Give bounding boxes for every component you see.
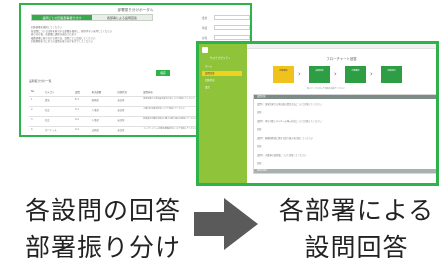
save-answer-bar[interactable]: 回答を保存 <box>254 169 436 173</box>
column-header: 設問 <box>72 89 90 97</box>
form-line: 設問3：廃棄物削減に関する取り組みを回答してください <box>257 137 313 140</box>
table-cell: 未回答 <box>115 116 142 127</box>
step-start[interactable]: 回答開始 <box>273 66 294 83</box>
tab-department-answer[interactable]: 各部署による設問回答 <box>92 15 152 20</box>
table-cell: E-1 <box>72 96 90 107</box>
caption-line: 部署振り分け <box>24 233 181 258</box>
table-cell: 未回答 <box>115 106 142 117</box>
assignment-instructions: 回答部署を選択してください 各設問について回答を担当する部署を選択し、保存ボタン… <box>31 26 161 44</box>
table-cell: 2 <box>29 106 43 117</box>
step-submit[interactable]: 回答提出 <box>381 66 402 83</box>
answer-field[interactable]: 回答： <box>257 110 264 114</box>
column-header: 回答状況 <box>115 89 142 97</box>
table-cell: 社会 <box>42 106 73 117</box>
column-header: カテゴリ <box>42 89 73 97</box>
department-select[interactable]: 人事部 <box>89 116 116 127</box>
chevron-right-icon: › <box>298 70 301 78</box>
assignment-list-label: 設問振り分け一覧 <box>29 79 52 83</box>
answer-form: 設問回答 設問1：温室効果ガス排出量の算定方法について回答してください 回答： … <box>253 94 436 174</box>
chevron-right-icon: › <box>334 70 337 78</box>
assignment-page-title: 部署振り分けポータル <box>117 8 154 12</box>
sidebar-item-answer[interactable]: 設問回答 <box>202 71 242 76</box>
table-cell: S-1 <box>72 106 90 117</box>
caption-line: 設問回答 <box>304 233 409 258</box>
caption-line: 各設問の回答 <box>24 196 181 225</box>
company-field-label: 会社 <box>202 17 208 20</box>
caption-line: 各部署による <box>278 196 435 225</box>
company-field[interactable] <box>214 15 250 20</box>
step-confirm[interactable]: 内容確認 <box>345 66 366 83</box>
answer-page-title: フローチャート回答 <box>326 57 357 61</box>
owner-field[interactable] <box>214 35 250 40</box>
top-bar <box>247 44 436 49</box>
sidebar-item-home[interactable]: ホーム <box>202 64 242 69</box>
owner-field-label: 担当 <box>202 37 208 40</box>
form-line: 設問1：温室効果ガス排出量の算定方法について回答してください <box>257 103 322 106</box>
column-header: No <box>29 89 43 97</box>
table-cell: ガバナンス <box>42 126 73 135</box>
table-cell: 未回答 <box>115 96 142 107</box>
table-cell: 3 <box>29 116 43 127</box>
tab-assignment[interactable]: 設問ごとの回答部署振り分け <box>32 15 92 20</box>
sidebar-item-settings[interactable]: 設定 <box>202 85 242 90</box>
table-cell: 未回答 <box>115 126 142 135</box>
form-line: 設問2：再生可能エネルギーの導入状況について回答してください <box>257 120 322 123</box>
table-cell: 1 <box>29 96 43 107</box>
steps-note: 各ステップに沿って回答を進めてください <box>307 88 345 90</box>
department-select[interactable]: 総務部 <box>89 96 116 107</box>
department-answer-screen-screenshot: サステナビリティ ホーム 設問回答 回答状況 設定 フローチャート回答 回答開始… <box>196 41 439 186</box>
table-cell: 環境 <box>42 96 73 107</box>
answer-field[interactable]: 回答： <box>257 144 264 148</box>
table-cell: S-2 <box>72 116 90 127</box>
department-answer-caption: 各部署による 設問回答 <box>274 192 439 258</box>
table-cell: 4 <box>29 126 43 135</box>
assignment-tab-bar: 設問ごとの回答部署振り分け 各部署による設問回答 <box>31 14 153 21</box>
answer-field[interactable]: 回答： <box>257 127 264 131</box>
table-cell: 社会 <box>42 116 73 127</box>
answer-form-header: 設問回答 <box>254 95 436 99</box>
flowchart-steps: 回答開始 › 設問回答 › 内容確認 › 回答提出 <box>273 66 433 84</box>
instruction-line: 回答期限までに全ての設問の振り分けを完了してください <box>31 40 94 44</box>
logo-icon <box>202 47 208 53</box>
sidebar-app-name: サステナビリティ <box>210 57 231 60</box>
department-select[interactable]: 人事部 <box>89 106 116 117</box>
step-answer[interactable]: 設問回答 <box>309 66 330 83</box>
flow-arrow-icon <box>194 198 258 250</box>
column-header: 担当部署 <box>89 89 116 97</box>
sidebar-item-status[interactable]: 回答状況 <box>202 78 242 83</box>
answer-field[interactable]: 回答： <box>257 161 264 165</box>
year-field[interactable] <box>214 25 250 30</box>
department-select[interactable]: 法務部 <box>89 126 116 135</box>
answer-main-panel: フローチャート回答 回答開始 › 設問回答 › 内容確認 › 回答提出 各ステッ… <box>247 44 436 183</box>
year-field-label: 年度 <box>202 27 208 30</box>
assignment-caption: 各設問の回答 部署振り分け <box>13 192 193 258</box>
sidebar: サステナビリティ ホーム 設問回答 回答状況 設定 <box>199 44 247 183</box>
save-button[interactable]: 保存 <box>156 70 170 76</box>
form-line: 設問4：水資源の使用量について回答してください <box>257 154 307 157</box>
chevron-right-icon: › <box>370 70 373 78</box>
table-cell: G-1 <box>72 126 90 135</box>
